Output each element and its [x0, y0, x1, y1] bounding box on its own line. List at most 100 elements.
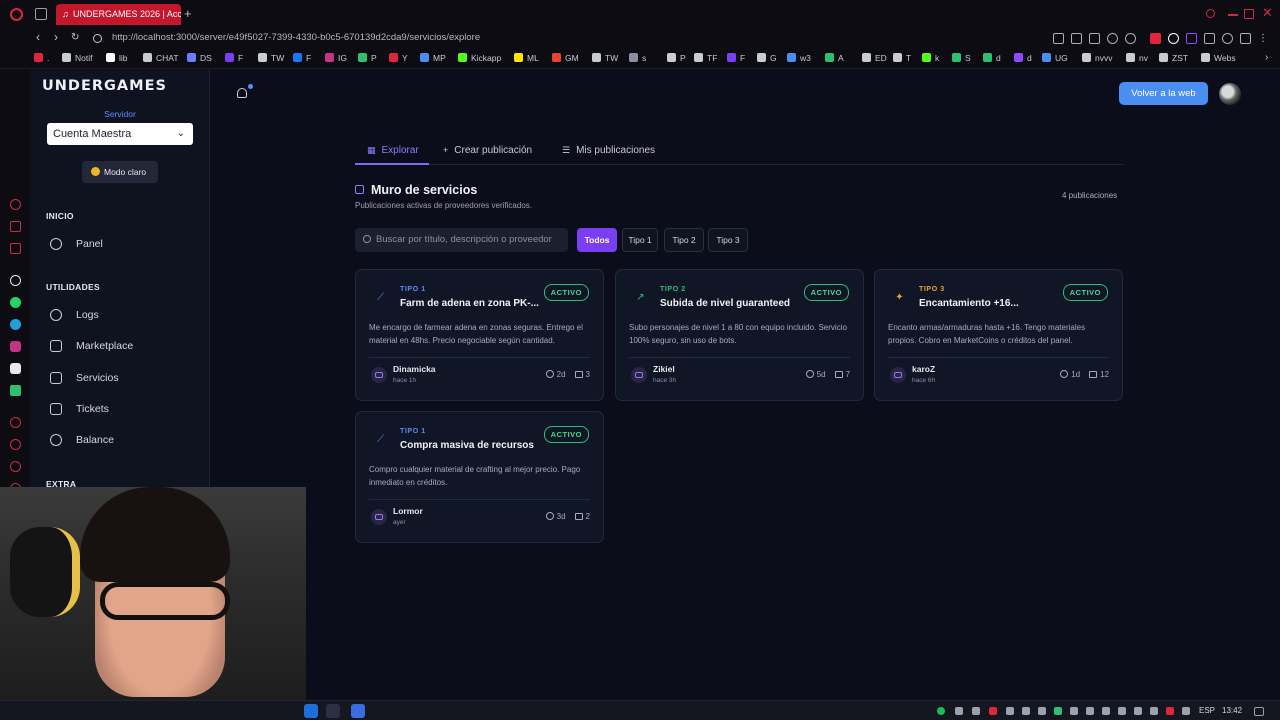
new-tab-button[interactable]: + [184, 6, 192, 21]
bookmarks-overflow-icon[interactable]: › [1265, 52, 1268, 63]
bookmark-item[interactable]: A [825, 53, 844, 63]
tab-crear-publicacion[interactable]: + Crear publicación [443, 142, 532, 165]
opera-logo-icon[interactable] [10, 8, 23, 21]
bookmark-item[interactable]: P [358, 53, 377, 63]
maximize-icon[interactable] [1244, 9, 1254, 19]
aria-icon[interactable] [10, 199, 21, 210]
bookmark-item[interactable]: s [629, 53, 646, 63]
extension-play-icon[interactable] [1107, 33, 1118, 44]
filter-tipo-2[interactable]: Tipo 2 [664, 228, 704, 252]
filter-todos[interactable]: Todos [577, 228, 617, 252]
tray-icon[interactable] [1102, 707, 1110, 715]
filter-tipo-3[interactable]: Tipo 3 [708, 228, 748, 252]
sidebar-item-panel[interactable]: Panel [48, 233, 198, 255]
network-icon[interactable] [1086, 707, 1094, 715]
telegram-icon[interactable] [10, 319, 21, 330]
service-card[interactable]: ✦ TIPO 3 Encantamiento +16... ACTIVO Encanto… [874, 269, 1123, 401]
sidebar-clock-icon[interactable] [10, 439, 21, 450]
provider-name[interactable]: Lormor [393, 506, 423, 516]
url-field[interactable]: http://localhost:3000/server/e49f5027-73… [112, 32, 480, 43]
close-window-icon[interactable]: ✕ [1262, 5, 1273, 21]
forward-icon[interactable]: › [54, 30, 58, 44]
tab-explorar[interactable]: ▦ Explorar [355, 142, 429, 165]
notifications-icon[interactable] [1254, 707, 1264, 716]
sidebar-item-marketplace[interactable]: Marketplace [48, 335, 198, 357]
extension-twitch-icon[interactable] [1186, 33, 1197, 44]
bookmark-item[interactable]: TW [592, 53, 618, 63]
sidebar-item-tickets[interactable]: Tickets [48, 398, 198, 420]
bookmark-item[interactable]: . [34, 53, 49, 63]
tray-icon[interactable] [1006, 707, 1014, 715]
bookmark-item[interactable]: k [922, 53, 939, 63]
tab-mis-publicaciones[interactable]: ☰ Mis publicaciones [562, 142, 655, 165]
workspace-icon[interactable] [10, 221, 21, 232]
bookmark-item[interactable]: Kickapp [458, 53, 501, 63]
bookmark-item[interactable]: S [952, 53, 971, 63]
minimize-icon[interactable] [1228, 14, 1238, 16]
bookmark-item[interactable]: nvvv [1082, 53, 1112, 63]
bookmark-item[interactable]: nv [1126, 53, 1148, 63]
provider-name[interactable]: Zikiel [653, 364, 675, 374]
extension-gear-icon[interactable] [1222, 33, 1233, 44]
service-card[interactable]: ⟋ TIPO 1 Farm de adena en zona PK-... ACTIV… [355, 269, 604, 401]
site-info-icon[interactable] [93, 34, 102, 43]
chrome-taskbar-icon[interactable] [326, 704, 340, 718]
bookmark-item[interactable]: GM [552, 53, 579, 63]
bookmark-item[interactable]: w3 [787, 53, 811, 63]
bookmark-item[interactable]: F [727, 53, 745, 63]
whatsapp-icon[interactable] [10, 297, 21, 308]
provider-name[interactable]: Dinamicka [393, 364, 436, 374]
provider-avatar[interactable] [371, 367, 387, 383]
spotify-icon[interactable] [10, 385, 21, 396]
bell-icon[interactable] [237, 88, 247, 98]
bookmark-item[interactable]: ED [862, 53, 887, 63]
chatgpt-icon[interactable] [10, 275, 21, 286]
download-icon[interactable] [1240, 33, 1251, 44]
sidebar-item-logs[interactable]: Logs [48, 304, 198, 326]
service-card[interactable]: ⟋ TIPO 1 Compra masiva de recursos ACTIVO Co… [355, 411, 604, 543]
instagram-icon[interactable] [10, 341, 21, 352]
back-icon[interactable]: ‹ [36, 30, 40, 44]
discord-icon[interactable] [10, 363, 21, 374]
bookmark-item[interactable]: ML [514, 53, 539, 63]
extension-pin-icon[interactable] [1053, 33, 1064, 44]
brand-logo[interactable]: UNDERGAMES [42, 78, 167, 94]
steam-tray-icon[interactable] [972, 707, 980, 715]
bookmark-item[interactable]: Webs [1201, 53, 1236, 63]
server-select[interactable]: Cuenta Maestra ⌄ [47, 123, 193, 145]
service-card[interactable]: ↗ TIPO 2 Subida de nivel guaranteed ACTIVO S… [615, 269, 864, 401]
bookmark-item[interactable]: ZST [1159, 53, 1188, 63]
tray-icon[interactable] [1134, 707, 1142, 715]
nvidia-tray-icon[interactable] [955, 707, 963, 715]
browser-tab-active[interactable]: ♫ UNDERGAMES 2026 | Acc [56, 4, 181, 25]
clock[interactable]: 13:42 [1222, 706, 1242, 715]
sidebar-history-icon[interactable] [10, 417, 21, 428]
app-taskbar-icon[interactable] [351, 704, 365, 718]
mic-tray-icon[interactable] [1038, 707, 1046, 715]
keyboard-language[interactable]: ESP [1199, 706, 1215, 715]
search-input[interactable]: Buscar por título, descripción o proveed… [355, 228, 568, 252]
provider-avatar[interactable] [631, 367, 647, 383]
reload-icon[interactable]: ↻ [71, 32, 79, 43]
tray-icon[interactable] [1022, 707, 1030, 715]
tab-workspaces-icon[interactable] [35, 8, 47, 20]
sidebar-item-servicios[interactable]: Servicios [48, 367, 198, 389]
bookmark-item[interactable]: Notif [62, 53, 92, 63]
bookmark-item[interactable]: d [983, 53, 1001, 63]
bookmark-item[interactable]: TW [258, 53, 284, 63]
tray-icon[interactable] [1070, 707, 1078, 715]
extension-abp-icon[interactable] [1150, 33, 1161, 44]
extension-refresh-icon[interactable] [1168, 33, 1179, 44]
vscode-taskbar-icon[interactable] [304, 704, 318, 718]
bookmark-item[interactable]: IG [325, 53, 347, 63]
bookmark-item[interactable]: F [225, 53, 243, 63]
spotify-tray-icon[interactable] [937, 707, 945, 715]
tray-icon[interactable] [1150, 707, 1158, 715]
pinboard-icon[interactable] [10, 243, 21, 254]
extensions-icon[interactable] [1204, 33, 1215, 44]
light-mode-button[interactable]: Modo claro [82, 161, 158, 183]
volume-icon[interactable] [1118, 707, 1126, 715]
extension-heart-icon[interactable] [1125, 33, 1136, 44]
sidebar-item-balance[interactable]: Balance [48, 429, 198, 451]
bookmark-item[interactable]: d [1014, 53, 1032, 63]
